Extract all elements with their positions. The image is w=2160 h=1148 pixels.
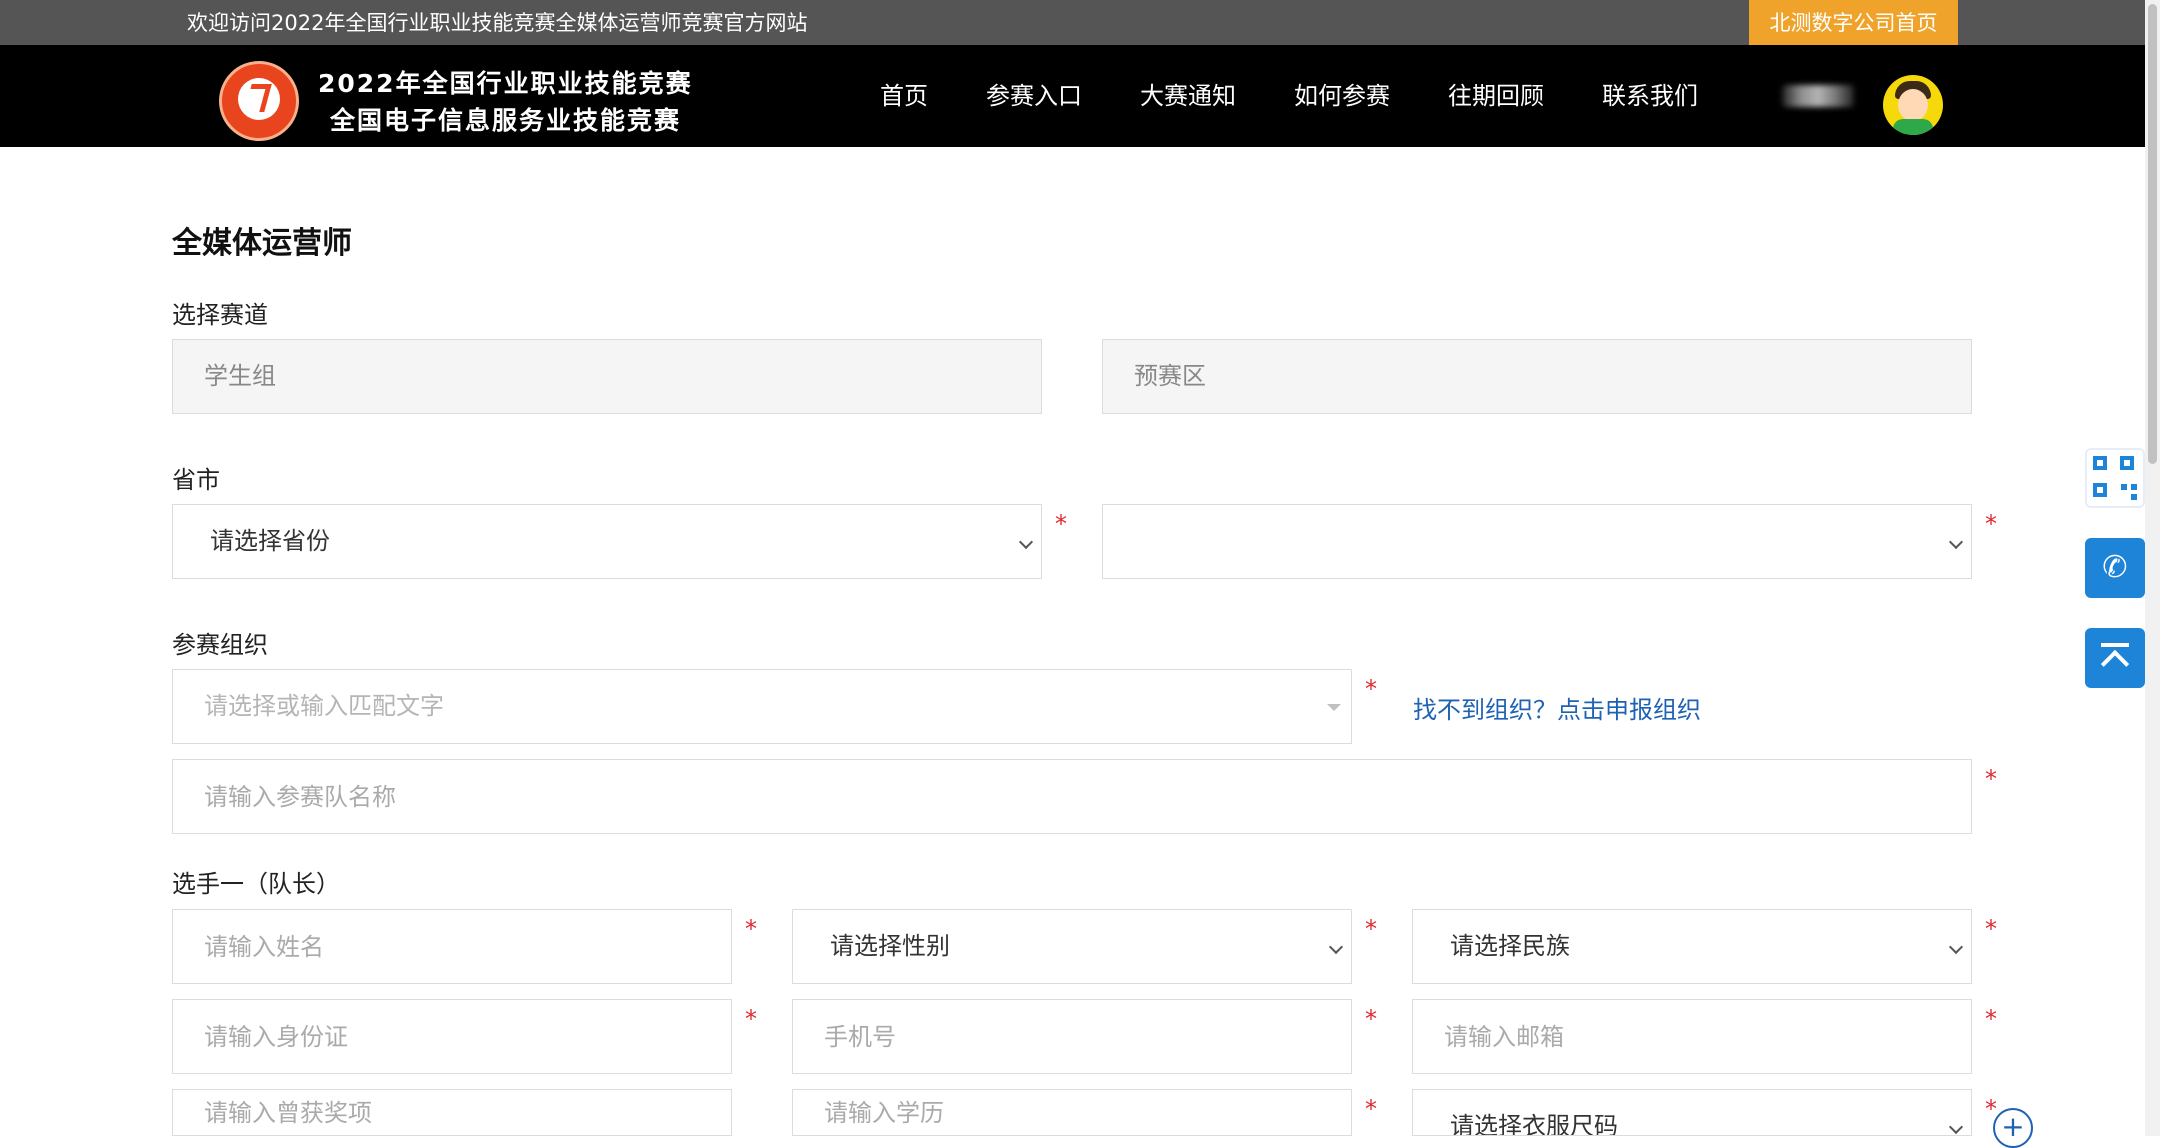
chevron-down-icon	[1948, 1119, 1964, 1135]
email-input[interactable]	[1412, 999, 1972, 1074]
logo-title-line2: 全国电子信息服务业技能竞赛	[330, 106, 682, 135]
required-mark: *	[745, 1005, 757, 1033]
nav-review[interactable]: 往期回顾	[1448, 45, 1544, 147]
player-one-label: 选手一（队长）	[172, 870, 340, 898]
name-input[interactable]	[172, 909, 732, 984]
chevron-down-icon	[1018, 534, 1034, 550]
welcome-text: 欢迎访问2022年全国行业职业技能竞赛全媒体运营师竞赛官方网站	[187, 11, 808, 35]
gender-select[interactable]: 请选择性别	[792, 909, 1352, 984]
required-mark: *	[1365, 1095, 1377, 1123]
nav-home[interactable]: 首页	[880, 45, 928, 147]
chevron-down-icon	[1328, 939, 1344, 955]
avatar[interactable]	[1883, 75, 1943, 135]
province-select[interactable]: 请选择省份	[172, 504, 1042, 579]
top-bar: 欢迎访问2022年全国行业职业技能竞赛全媒体运营师竞赛官方网站 北测数字公司首页	[0, 0, 2145, 45]
username-blurred[interactable]	[1782, 85, 1854, 107]
required-mark: *	[745, 915, 757, 943]
site-header: 2022年全国行业职业技能竞赛 全国电子信息服务业技能竞赛 首页 参赛入口 大赛…	[0, 45, 2145, 147]
required-mark: *	[1365, 1005, 1377, 1033]
required-mark: *	[1985, 510, 1997, 538]
nav-how-to-join[interactable]: 如何参赛	[1294, 45, 1390, 147]
page-scrollbar[interactable]	[2145, 0, 2160, 1136]
gender-select-value: 请选择性别	[830, 932, 950, 960]
track-group-field: 学生组	[172, 339, 1042, 414]
phone-icon[interactable]: ✆	[2085, 538, 2145, 598]
required-mark: *	[1055, 510, 1067, 538]
company-home-link[interactable]: 北测数字公司首页	[1749, 0, 1958, 45]
clothing-size-select-value: 请选择衣服尺码	[1450, 1112, 1618, 1136]
required-mark: *	[1985, 765, 1997, 793]
id-card-input[interactable]	[172, 999, 732, 1074]
page-title: 全媒体运营师	[172, 226, 352, 261]
province-select-value: 请选择省份	[210, 527, 330, 555]
nav-contact[interactable]: 联系我们	[1602, 45, 1698, 147]
scrollbar-thumb[interactable]	[2148, 4, 2157, 464]
org-label: 参赛组织	[172, 631, 268, 659]
chevron-down-icon	[1948, 534, 1964, 550]
back-to-top-icon[interactable]	[2085, 628, 2145, 688]
ethnicity-select[interactable]: 请选择民族	[1412, 909, 1972, 984]
track-label: 选择赛道	[172, 301, 268, 329]
main-nav: 首页 参赛入口 大赛通知 如何参赛 往期回顾 联系我们	[880, 45, 1756, 147]
logo-title[interactable]: 2022年全国行业职业技能竞赛 全国电子信息服务业技能竞赛	[318, 65, 693, 139]
award-input[interactable]	[172, 1089, 732, 1136]
nav-notices[interactable]: 大赛通知	[1140, 45, 1236, 147]
report-org-link[interactable]: 找不到组织？点击申报组织	[1413, 690, 1701, 725]
qr-code-icon[interactable]	[2085, 448, 2145, 508]
required-mark: *	[1985, 915, 1997, 943]
city-select[interactable]	[1102, 504, 1972, 579]
required-mark: *	[1365, 675, 1377, 703]
required-mark: *	[1985, 1005, 1997, 1033]
province-label: 省市	[172, 466, 220, 494]
add-player-button[interactable]: +	[1993, 1108, 2033, 1148]
clothing-size-select[interactable]: 请选择衣服尺码	[1412, 1089, 1972, 1136]
required-mark: *	[1365, 915, 1377, 943]
team-name-input[interactable]	[172, 759, 1972, 834]
logo-title-line1: 2022年全国行业职业技能竞赛	[318, 69, 693, 98]
competition-logo-icon[interactable]	[219, 61, 299, 141]
phone-input[interactable]	[792, 999, 1352, 1074]
track-region-field: 预赛区	[1102, 339, 1972, 414]
ethnicity-select-value: 请选择民族	[1450, 932, 1570, 960]
org-combobox[interactable]: 请选择或输入匹配文字	[172, 669, 1352, 744]
nav-entry[interactable]: 参赛入口	[986, 45, 1082, 147]
caret-down-icon	[1327, 704, 1341, 711]
org-combobox-placeholder: 请选择或输入匹配文字	[204, 692, 444, 720]
education-input[interactable]	[792, 1089, 1352, 1136]
chevron-down-icon	[1948, 939, 1964, 955]
